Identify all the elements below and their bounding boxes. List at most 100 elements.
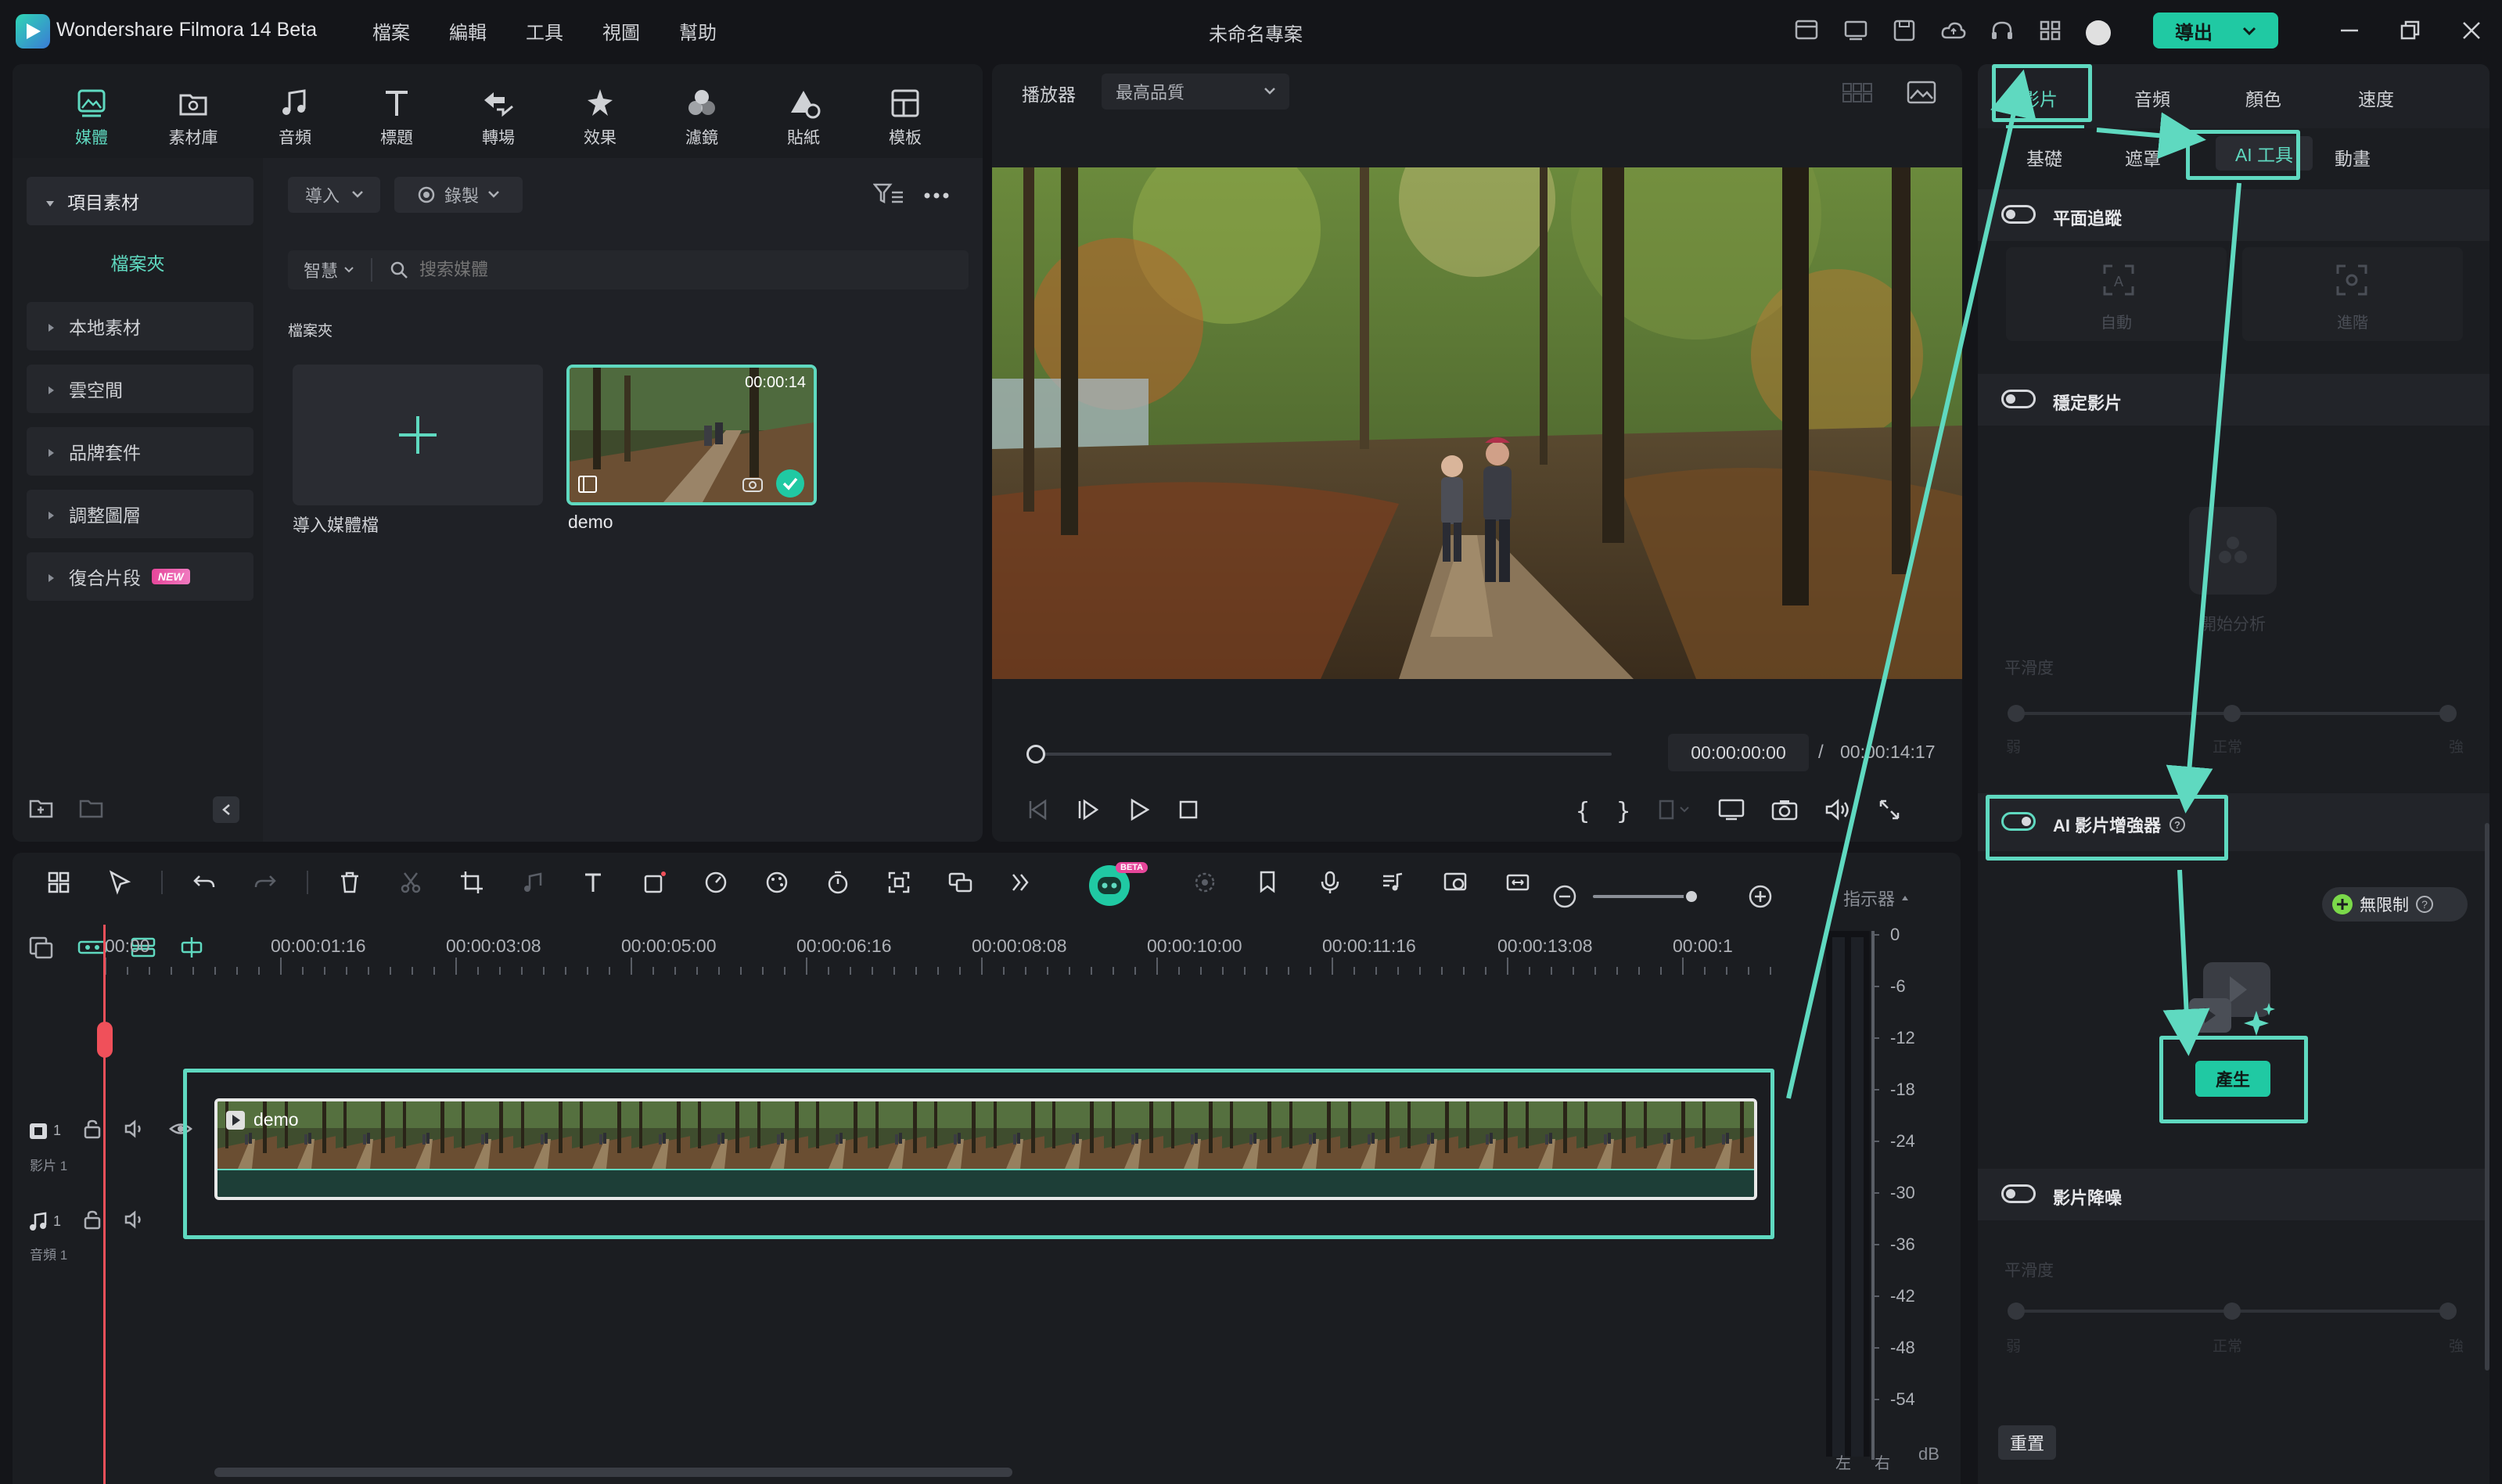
- menu-tools[interactable]: 工具: [526, 17, 563, 45]
- subtab-animation[interactable]: 動畫: [2335, 144, 2371, 171]
- grid-layout-icon[interactable]: [28, 870, 89, 895]
- snapshot-image-icon[interactable]: [1906, 80, 1937, 109]
- mark-out-icon[interactable]: }: [1616, 798, 1630, 825]
- sidebar-item-1[interactable]: 雲空間: [27, 365, 253, 413]
- menu-view[interactable]: 視圖: [602, 17, 640, 45]
- unlimited-badge[interactable]: 無限制 ?: [2322, 887, 2468, 922]
- playback-scrubber[interactable]: [1026, 745, 1612, 764]
- tab-audio[interactable]: 音頻: [2134, 84, 2170, 111]
- tab-music-note[interactable]: 音頻: [244, 86, 346, 149]
- insert-marker-icon[interactable]: [1657, 798, 1691, 825]
- cloud-upload-icon[interactable]: [1940, 19, 1967, 46]
- timeline-video-clip[interactable]: demo: [214, 1098, 1757, 1200]
- sidebar-item-0[interactable]: 本地素材: [27, 302, 253, 350]
- crop-icon[interactable]: [441, 870, 502, 895]
- media-clip-thumbnail[interactable]: 00:00:14: [566, 365, 817, 505]
- avatar[interactable]: [2086, 20, 2111, 45]
- tab-media[interactable]: 媒體: [41, 86, 142, 149]
- plane-tracking-toggle[interactable]: [2001, 205, 2036, 224]
- headset-icon[interactable]: [1989, 19, 2015, 46]
- fit-icon[interactable]: [1486, 870, 1549, 895]
- mark-in-icon[interactable]: {: [1576, 798, 1590, 825]
- text-icon[interactable]: [563, 870, 624, 895]
- sidebar-item-2[interactable]: 品牌套件: [27, 427, 253, 476]
- quality-select[interactable]: 最高品質: [1102, 74, 1289, 110]
- save-icon[interactable]: [1892, 19, 1918, 46]
- denoise-toggle[interactable]: [2001, 1184, 2036, 1203]
- scrubber-handle[interactable]: [1026, 745, 1045, 764]
- tab-filter[interactable]: 濾鏡: [651, 86, 753, 149]
- import-button[interactable]: 導入: [288, 177, 380, 213]
- folder-icon[interactable]: [78, 796, 105, 824]
- timeline-ruler[interactable]: 00:00 00:00:01:16 00:00:03:08 00:00:05:00 00…: [105, 928, 1779, 975]
- prev-frame-icon[interactable]: [1026, 798, 1050, 825]
- stop-icon[interactable]: [1177, 798, 1200, 825]
- auto-reframe-icon[interactable]: [868, 870, 929, 895]
- playhead[interactable]: [103, 925, 106, 1484]
- tab-template[interactable]: 模板: [854, 86, 956, 149]
- shape-icon[interactable]: [624, 870, 685, 895]
- export-button[interactable]: 導出: [2153, 13, 2278, 49]
- visibility-eye-icon[interactable]: [169, 1119, 192, 1143]
- fullscreen-icon[interactable]: [1878, 798, 1901, 825]
- speed-icon[interactable]: [685, 870, 746, 895]
- zoom-in-icon[interactable]: [1748, 884, 1773, 913]
- subtab-mask[interactable]: 遮罩: [2125, 144, 2161, 171]
- subtab-basic[interactable]: 基礎: [2026, 144, 2062, 171]
- current-time[interactable]: 00:00:00:00: [1668, 734, 1809, 771]
- search-input[interactable]: [419, 260, 890, 280]
- ai-enhancer-toggle[interactable]: [2001, 812, 2036, 831]
- zoom-slider-handle[interactable]: [1684, 889, 1699, 904]
- import-media-tile[interactable]: [293, 365, 543, 505]
- track-audio-icon[interactable]: [124, 1119, 147, 1143]
- apps-grid-icon[interactable]: [2037, 19, 2064, 46]
- collapse-sidebar-button[interactable]: [213, 796, 239, 823]
- close-icon[interactable]: [2460, 19, 2483, 46]
- timeline-scrollbar[interactable]: [214, 1468, 1012, 1477]
- select-arrow-icon[interactable]: [89, 870, 150, 895]
- smoothness-slider[interactable]: [2008, 705, 2457, 722]
- tab-library[interactable]: 素材庫: [142, 86, 244, 149]
- menu-help[interactable]: 幫助: [679, 17, 717, 45]
- sidebar-item-3[interactable]: 調整圖層: [27, 490, 253, 538]
- display-settings-icon[interactable]: [1718, 798, 1745, 825]
- voiceover-mic-icon[interactable]: [1299, 870, 1361, 895]
- reset-button[interactable]: 重置: [1998, 1425, 2056, 1460]
- menu-edit[interactable]: 編輯: [449, 17, 487, 45]
- music-beat-icon[interactable]: [1361, 870, 1424, 895]
- tab-color[interactable]: 顏色: [2245, 84, 2281, 111]
- pip-icon[interactable]: [1424, 870, 1486, 895]
- camera-snapshot-icon[interactable]: [1771, 798, 1798, 825]
- minimize-icon[interactable]: [2338, 19, 2361, 46]
- tab-transition[interactable]: 轉場: [448, 86, 549, 149]
- add-track-icon[interactable]: [28, 936, 55, 963]
- stabilize-toggle[interactable]: [2001, 390, 2036, 408]
- sidebar-item-4[interactable]: 復合片段 NEW: [27, 552, 253, 601]
- color-palette-icon[interactable]: [746, 870, 807, 895]
- sidebar-item-folder[interactable]: 檔案夾: [13, 249, 263, 275]
- delete-icon[interactable]: [319, 870, 380, 895]
- audio-detach-icon[interactable]: [502, 870, 563, 895]
- tab-sticker[interactable]: 貼紙: [753, 86, 854, 149]
- record-button[interactable]: 錄製: [394, 177, 523, 213]
- more-tools-icon[interactable]: [990, 870, 1051, 895]
- cut-icon[interactable]: [380, 870, 441, 895]
- meter-dropdown[interactable]: 指示器: [1843, 886, 1909, 911]
- track-audio-icon[interactable]: [124, 1209, 147, 1234]
- tab-speed[interactable]: 速度: [2358, 84, 2394, 111]
- redo-icon[interactable]: [235, 870, 296, 895]
- zoom-slider[interactable]: [1593, 889, 1699, 904]
- undo-icon[interactable]: [174, 870, 235, 895]
- ai-translate-icon[interactable]: [929, 870, 990, 895]
- ai-cutout-icon[interactable]: [1174, 870, 1236, 895]
- smart-search-dropdown[interactable]: 智慧: [304, 257, 354, 282]
- lock-icon[interactable]: [83, 1209, 102, 1234]
- grid-view-icon[interactable]: [1842, 81, 1873, 109]
- volume-icon[interactable]: [1824, 798, 1851, 825]
- tab-effects-star[interactable]: 效果: [549, 86, 651, 149]
- restore-icon[interactable]: [2399, 19, 2422, 46]
- filter-sort-icon[interactable]: [872, 181, 904, 210]
- analyze-button[interactable]: [2189, 507, 2277, 595]
- next-frame-icon[interactable]: [1077, 798, 1100, 825]
- tab-video[interactable]: 影片: [2022, 84, 2058, 111]
